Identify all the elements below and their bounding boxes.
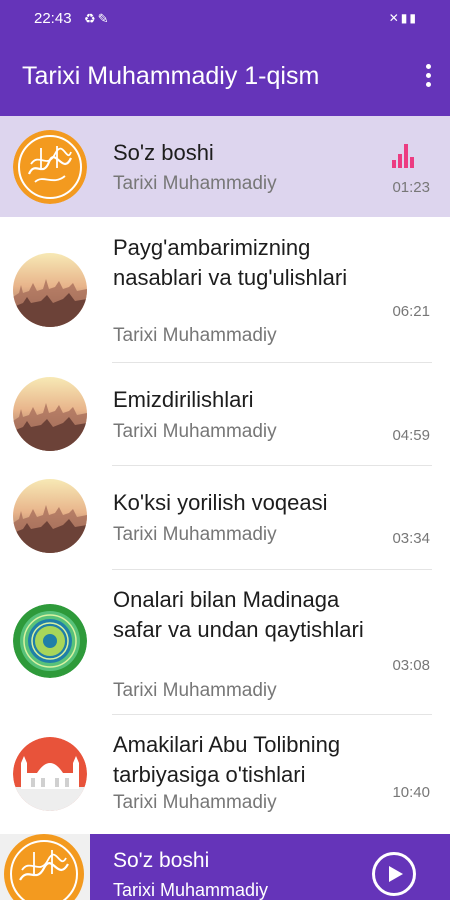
track-duration: 01:23 (392, 179, 430, 196)
status-left-icons: ♻✎ (84, 11, 111, 27)
now-playing-artist: Tarixi Muhammadiy (113, 880, 269, 900)
list-item[interactable]: Ko'ksi yorilish voqeasi Tarixi Muhammadi… (0, 466, 450, 570)
track-artist: Tarixi Muhammadiy (113, 524, 277, 545)
page-title: Tarixi Muhammadiy 1-qism (22, 62, 320, 90)
track-duration: 04:59 (392, 427, 430, 444)
green-ornament-icon (13, 604, 87, 678)
equalizer-icon (392, 140, 418, 168)
status-bar: 22:43 ♻✎ ✕▮▮ (0, 0, 450, 38)
play-button[interactable] (372, 852, 416, 896)
city-sunset-icon (13, 377, 87, 451)
more-vert-icon[interactable] (422, 64, 434, 88)
now-playing-bar[interactable]: So'z boshi Tarixi Muhammadiy (0, 834, 450, 900)
track-title: Payg'ambarimizning nasablari va tug'ulis… (113, 235, 348, 290)
track-duration: 03:08 (392, 657, 430, 674)
track-artist: Tarixi Muhammadiy (113, 421, 277, 442)
track-title: So'z boshi (113, 140, 214, 165)
calligraphy-icon (0, 834, 90, 900)
track-title: Amakilari Abu Tolibning tarbiyasiga o'ti… (113, 732, 341, 787)
list-item[interactable]: Emizdirilishlari Tarixi Muhammadiy 04:59 (0, 363, 450, 466)
battery-icon: ▮ (409, 11, 418, 25)
track-title: Ko'ksi yorilish voqeasi (113, 490, 328, 515)
list-item[interactable]: Payg'ambarimizning nasablari va tug'ulis… (0, 217, 450, 363)
track-artist: Tarixi Muhammadiy (113, 173, 277, 194)
calligraphy-icon (13, 130, 87, 204)
city-sunset-icon (13, 479, 87, 553)
status-right-icons: ✕▮▮ (389, 11, 418, 25)
now-playing-title: So'z boshi (113, 849, 210, 872)
mute-icon: ✕ (388, 11, 401, 25)
track-duration: 03:34 (392, 530, 430, 547)
app-bar: Tarixi Muhammadiy 1-qism (0, 38, 450, 116)
recycle-icon: ♻ (84, 11, 98, 26)
city-sunset-icon (13, 253, 87, 327)
list-item[interactable]: So'z boshi Tarixi Muhammadiy 01:23 (0, 116, 450, 217)
track-title: Onalari bilan Madinaga safar va undan qa… (113, 587, 364, 642)
status-time: 22:43 (34, 10, 72, 27)
mosque-icon (13, 737, 87, 811)
track-duration: 06:21 (392, 303, 430, 320)
track-artist: Tarixi Muhammadiy (113, 680, 277, 701)
track-duration: 10:40 (392, 784, 430, 801)
track-title: Emizdirilishlari (113, 387, 254, 412)
track-artist: Tarixi Muhammadiy (113, 792, 277, 813)
wrench-icon: ✎ (97, 11, 111, 26)
list-item[interactable]: Onalari bilan Madinaga safar va undan qa… (0, 570, 450, 715)
track-artist: Tarixi Muhammadiy (113, 325, 277, 346)
play-icon (389, 866, 403, 882)
